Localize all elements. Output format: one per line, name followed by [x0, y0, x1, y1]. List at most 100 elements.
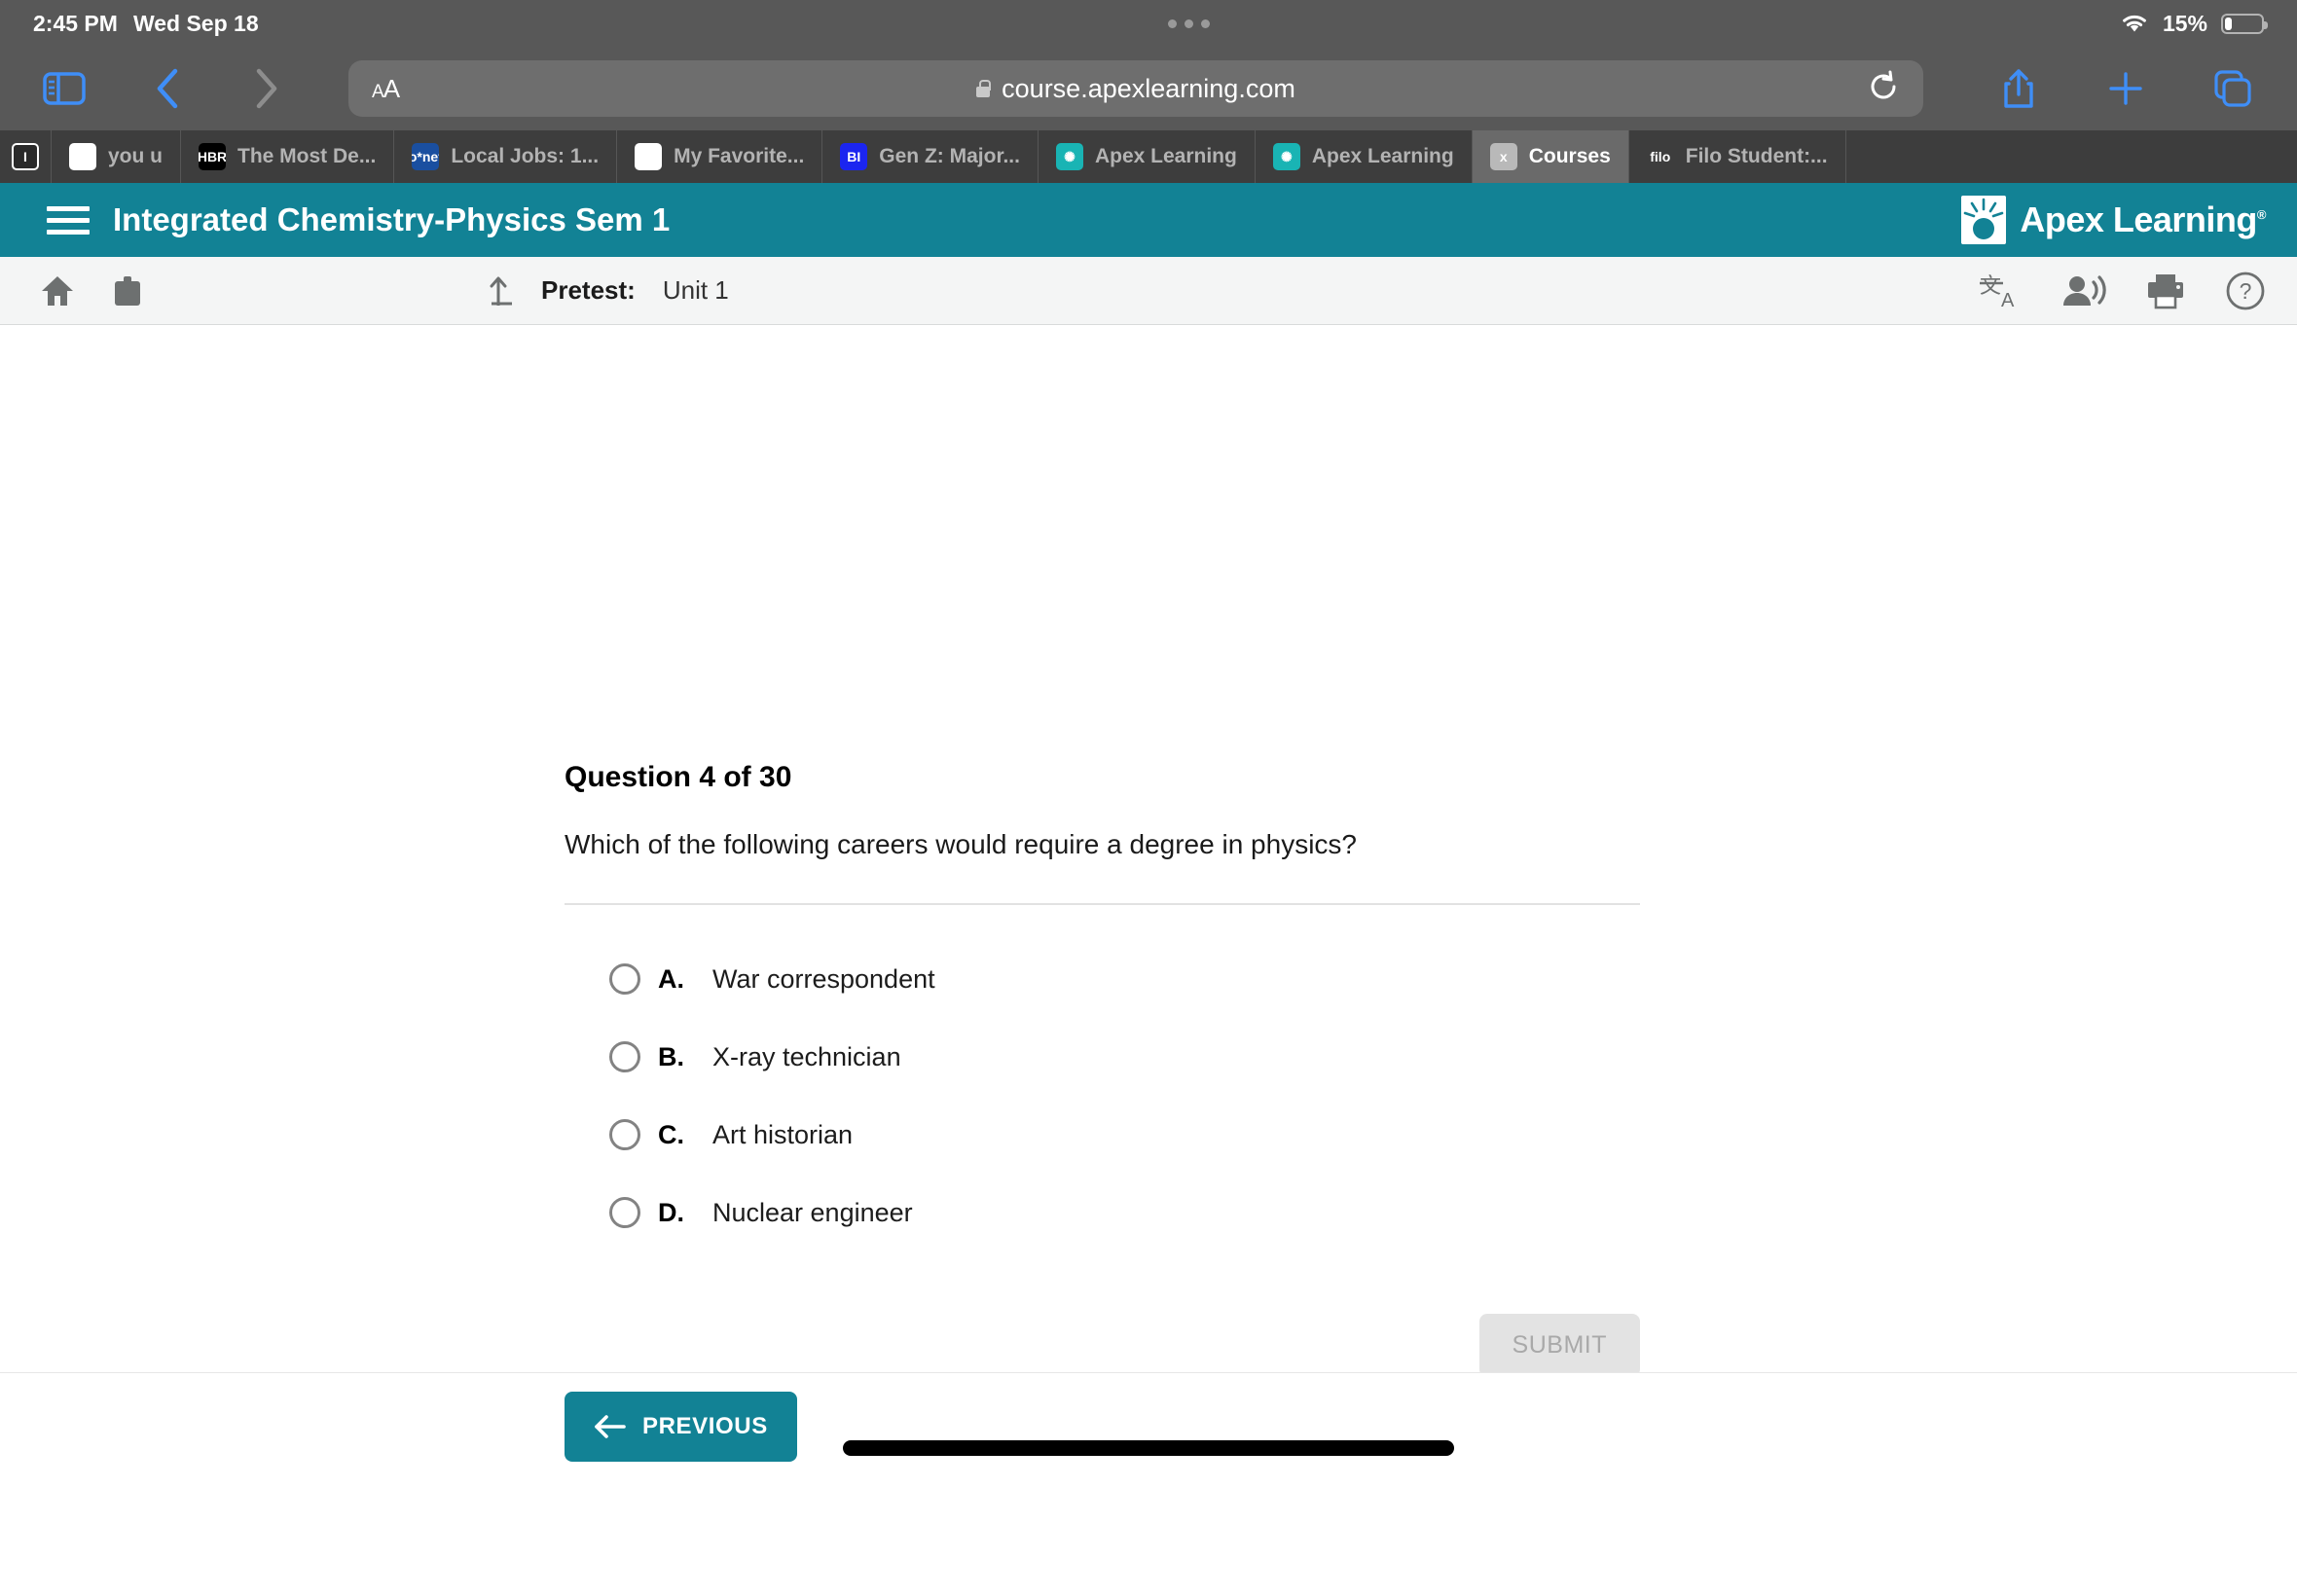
previous-button-label: PREVIOUS [642, 1412, 768, 1439]
browser-tab[interactable]: filo Filo Student:... [1629, 130, 1846, 183]
breadcrumb: Pretest: Unit 1 [487, 272, 729, 309]
zety-icon: z [635, 143, 663, 170]
address-bar-content: course.apexlearning.com [348, 74, 1923, 104]
battery-percent-label: 15% [2162, 10, 2207, 36]
home-icon[interactable] [39, 274, 76, 308]
activity-toolbar-right: 文 A ? [1980, 271, 2266, 311]
navigate-up-icon[interactable] [487, 272, 520, 309]
browser-tab-title: Apex Learning [1094, 145, 1237, 167]
answer-choice[interactable]: A. War correspondent [609, 940, 1640, 1018]
status-bar-center [259, 18, 2120, 28]
wifi-icon [2123, 15, 2146, 32]
apex-learning-wordmark: Apex Learning® [2020, 200, 2266, 239]
battery-icon [2221, 13, 2268, 34]
answer-choice-letter: A. [658, 963, 684, 994]
address-bar[interactable]: AA course.apexlearning.com [348, 60, 1923, 117]
activity-toolbar-left [39, 274, 144, 308]
text-size-button[interactable]: AA [372, 74, 400, 104]
answer-choice-letter: C. [658, 1119, 684, 1149]
answer-choice-text: Art historian [712, 1119, 854, 1149]
submit-button[interactable]: SUBMIT [1478, 1314, 1640, 1377]
activity-toolbar: Pretest: Unit 1 文 A ? [0, 257, 2297, 325]
hbr-icon: HBR [199, 143, 226, 170]
browser-tab[interactable]: BI Gen Z: Major... [822, 130, 1039, 183]
radio-button[interactable] [609, 1197, 640, 1228]
instapaper-icon: I [12, 143, 39, 170]
browser-tab[interactable]: o*net Local Jobs: 1... [394, 130, 618, 183]
answer-choice-letter: B. [658, 1041, 684, 1071]
arrow-left-icon [595, 1414, 626, 1438]
previous-button[interactable]: PREVIOUS [565, 1391, 797, 1462]
business-insider-icon: BI [840, 143, 868, 170]
generic-x-icon: x [1489, 143, 1517, 170]
browser-tab[interactable]: x Courses [1472, 130, 1629, 183]
question-block: Question 4 of 30 Which of the following … [565, 761, 1640, 1377]
browser-tab[interactable]: ✺ Apex Learning [1256, 130, 1473, 183]
browser-toolbar: AA course.apexlearning.com [0, 47, 2297, 130]
browser-tab[interactable]: HBR The Most De... [181, 130, 395, 183]
answer-choice[interactable]: B. X-ray technician [609, 1018, 1640, 1096]
briefcase-icon[interactable] [111, 274, 144, 308]
svg-text:A: A [2001, 290, 2015, 310]
browser-tab-title: The Most De... [237, 145, 377, 167]
status-date: Wed Sep 18 [132, 10, 259, 36]
tabs-overview-icon[interactable] [2196, 58, 2270, 119]
status-bar: 2:45 PM Wed Sep 18 15% [0, 0, 2297, 47]
home-indicator [843, 1440, 1454, 1456]
submit-row: SUBMIT [565, 1314, 1640, 1377]
apex-sunburst-icon [1961, 196, 2007, 244]
answer-choice[interactable]: D. Nuclear engineer [609, 1174, 1640, 1251]
reload-icon[interactable] [1867, 70, 1900, 108]
question-content-area: Question 4 of 30 Which of the following … [0, 325, 2297, 1479]
answer-choice-text: Nuclear engineer [712, 1197, 913, 1227]
print-icon[interactable] [2145, 272, 2186, 309]
question-prompt: Which of the following careers would req… [565, 829, 1357, 859]
course-title: Integrated Chemistry-Physics Sem 1 [113, 201, 671, 237]
answer-choice-list: A. War correspondent B. X-ray technician C. A… [565, 940, 1640, 1251]
lock-icon [976, 80, 992, 97]
course-header: Integrated Chemistry-Physics Sem 1 Apex … [0, 183, 2297, 257]
browser-tab[interactable]: I [0, 130, 52, 183]
dynamic-island-dots-icon [1168, 18, 1211, 28]
plus-icon[interactable] [2089, 58, 2163, 119]
answer-choice-text: War correspondent [712, 963, 935, 994]
breadcrumb-label: Pretest: [541, 275, 636, 305]
answer-choice[interactable]: C. Art historian [609, 1096, 1640, 1174]
read-aloud-icon[interactable] [2061, 272, 2106, 309]
browser-tab[interactable]: z My Favorite... [617, 130, 823, 183]
browser-tab-title: Local Jobs: 1... [451, 145, 600, 167]
status-bar-left: 2:45 PM Wed Sep 18 [33, 11, 259, 37]
navigation-footer: PREVIOUS [0, 1372, 2297, 1479]
browser-tab-title: My Favorite... [674, 145, 805, 167]
tab-strip: I Gyou u HBR The Most De... o*net Local Jobs:… [0, 130, 2297, 183]
browser-tab-title: Apex Learning [1311, 145, 1454, 167]
google-icon: G [69, 143, 96, 170]
apex-learning-icon: ✺ [1055, 143, 1083, 170]
share-icon[interactable] [1982, 58, 2056, 119]
status-bar-right: 15% [2120, 10, 2268, 37]
chevron-left-icon[interactable] [130, 58, 204, 119]
browser-tab-title: Filo Student:... [1685, 145, 1828, 167]
svg-text:?: ? [2240, 278, 2252, 304]
help-circle-icon[interactable]: ? [2225, 271, 2266, 311]
ipad-browser-chrome: 2:45 PM Wed Sep 18 15% AA course.apexlea… [0, 0, 2297, 183]
svg-text:文: 文 [1980, 273, 2001, 298]
answer-choice-text: X-ray technician [712, 1041, 901, 1071]
breadcrumb-value: Unit 1 [662, 275, 729, 305]
translate-icon[interactable]: 文 A [1980, 272, 2023, 310]
browser-tab[interactable]: Gyou u [52, 130, 181, 183]
browser-tab-title: Courses [1528, 145, 1611, 167]
radio-button[interactable] [609, 1119, 640, 1150]
browser-tab-title: Gen Z: Major... [879, 145, 1020, 167]
hamburger-menu-icon[interactable] [47, 205, 90, 235]
radio-button[interactable] [609, 963, 640, 995]
sidebar-toggle-icon[interactable] [27, 58, 101, 119]
onet-icon: o*net [412, 143, 440, 170]
browser-tab[interactable]: ✺ Apex Learning [1039, 130, 1256, 183]
address-bar-url: course.apexlearning.com [1002, 73, 1295, 103]
apex-learning-icon: ✺ [1272, 143, 1300, 170]
question-divider [565, 903, 1640, 905]
radio-button[interactable] [609, 1041, 640, 1072]
question-number: Question 4 of 30 [565, 761, 792, 793]
chevron-right-icon [230, 58, 304, 119]
